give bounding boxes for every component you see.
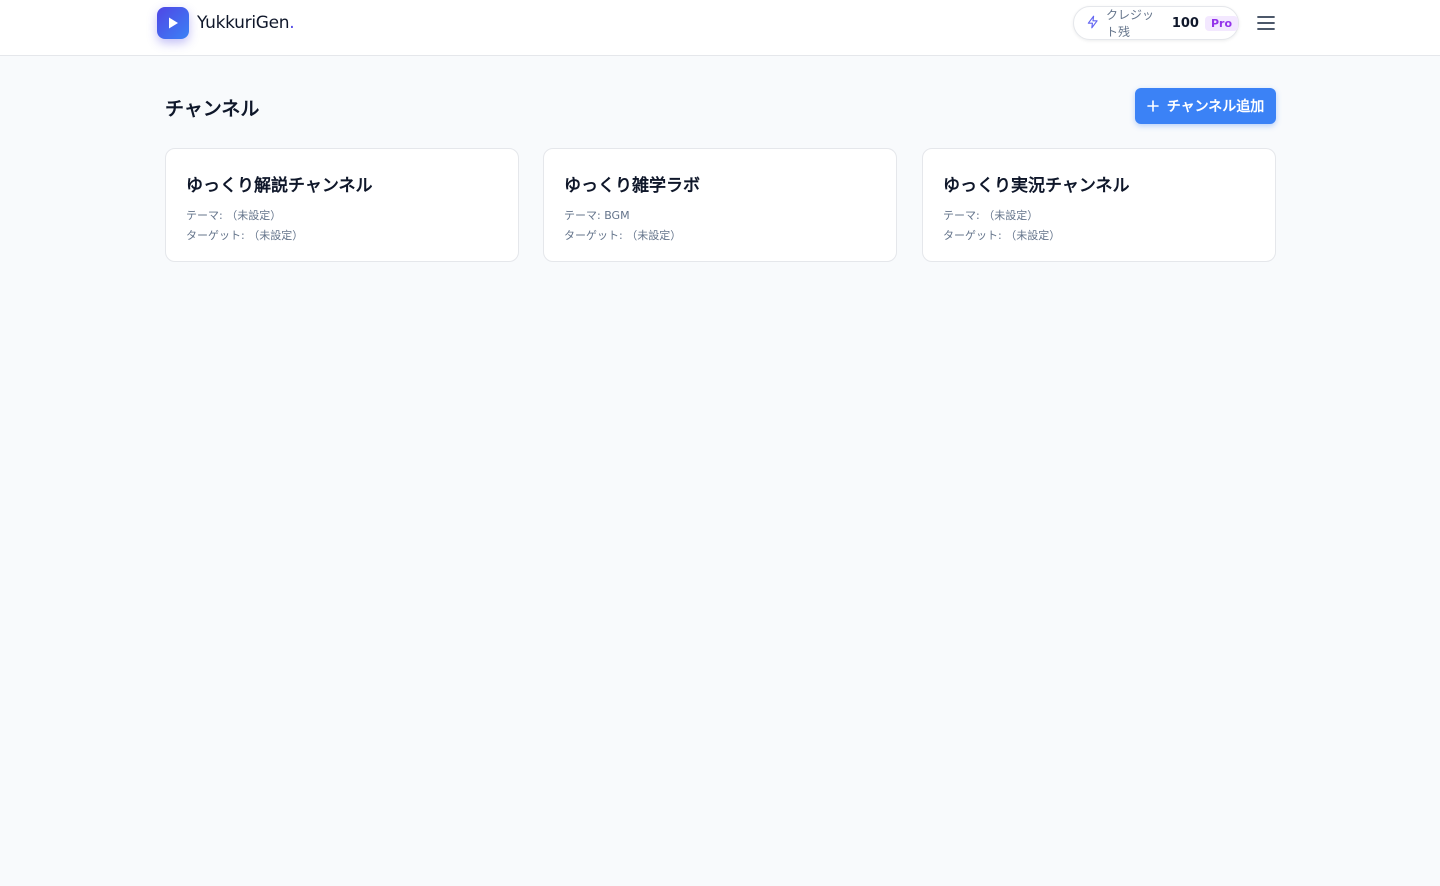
- channel-card[interactable]: ゆっくり実況チャンネル テーマ: （未設定） ターゲット: （未設定）: [922, 148, 1276, 262]
- hamburger-menu-icon: [1257, 16, 1275, 30]
- channel-target: ターゲット: （未設定）: [564, 229, 682, 242]
- channel-target: ターゲット: （未設定）: [186, 229, 304, 242]
- top-header: YukkuriGen. クレジット残 100 Pro: [0, 0, 1440, 56]
- app-name: YukkuriGen.: [197, 13, 295, 33]
- channel-name: ゆっくり実況チャンネル: [943, 176, 1130, 196]
- add-channel-label: チャンネル追加: [1166, 99, 1265, 115]
- app-logo[interactable]: YukkuriGen.: [157, 7, 295, 39]
- credit-balance[interactable]: クレジット残 100 Pro: [1073, 6, 1239, 40]
- channel-theme: テーマ: （未設定）: [943, 209, 1039, 222]
- channel-name: ゆっくり解説チャンネル: [186, 176, 373, 196]
- channel-card[interactable]: ゆっくり雑学ラボ テーマ: BGM ターゲット: （未設定）: [543, 148, 897, 262]
- channel-target: ターゲット: （未設定）: [943, 229, 1061, 242]
- plus-icon: [1146, 100, 1159, 112]
- lightning-icon: [1086, 14, 1100, 33]
- menu-button[interactable]: [1254, 12, 1278, 34]
- credit-value: 100: [1171, 15, 1199, 31]
- credit-label: クレジット残: [1106, 8, 1155, 39]
- channel-card[interactable]: ゆっくり解説チャンネル テーマ: （未設定） ターゲット: （未設定）: [165, 148, 519, 262]
- add-channel-button[interactable]: チャンネル追加: [1135, 88, 1276, 124]
- play-icon: [157, 7, 189, 39]
- channel-theme: テーマ: BGM: [564, 209, 630, 222]
- page-title: チャンネル: [165, 98, 260, 120]
- channel-name: ゆっくり雑学ラボ: [564, 176, 700, 196]
- plan-badge: Pro: [1204, 15, 1238, 31]
- channel-theme: テーマ: （未設定）: [186, 209, 282, 222]
